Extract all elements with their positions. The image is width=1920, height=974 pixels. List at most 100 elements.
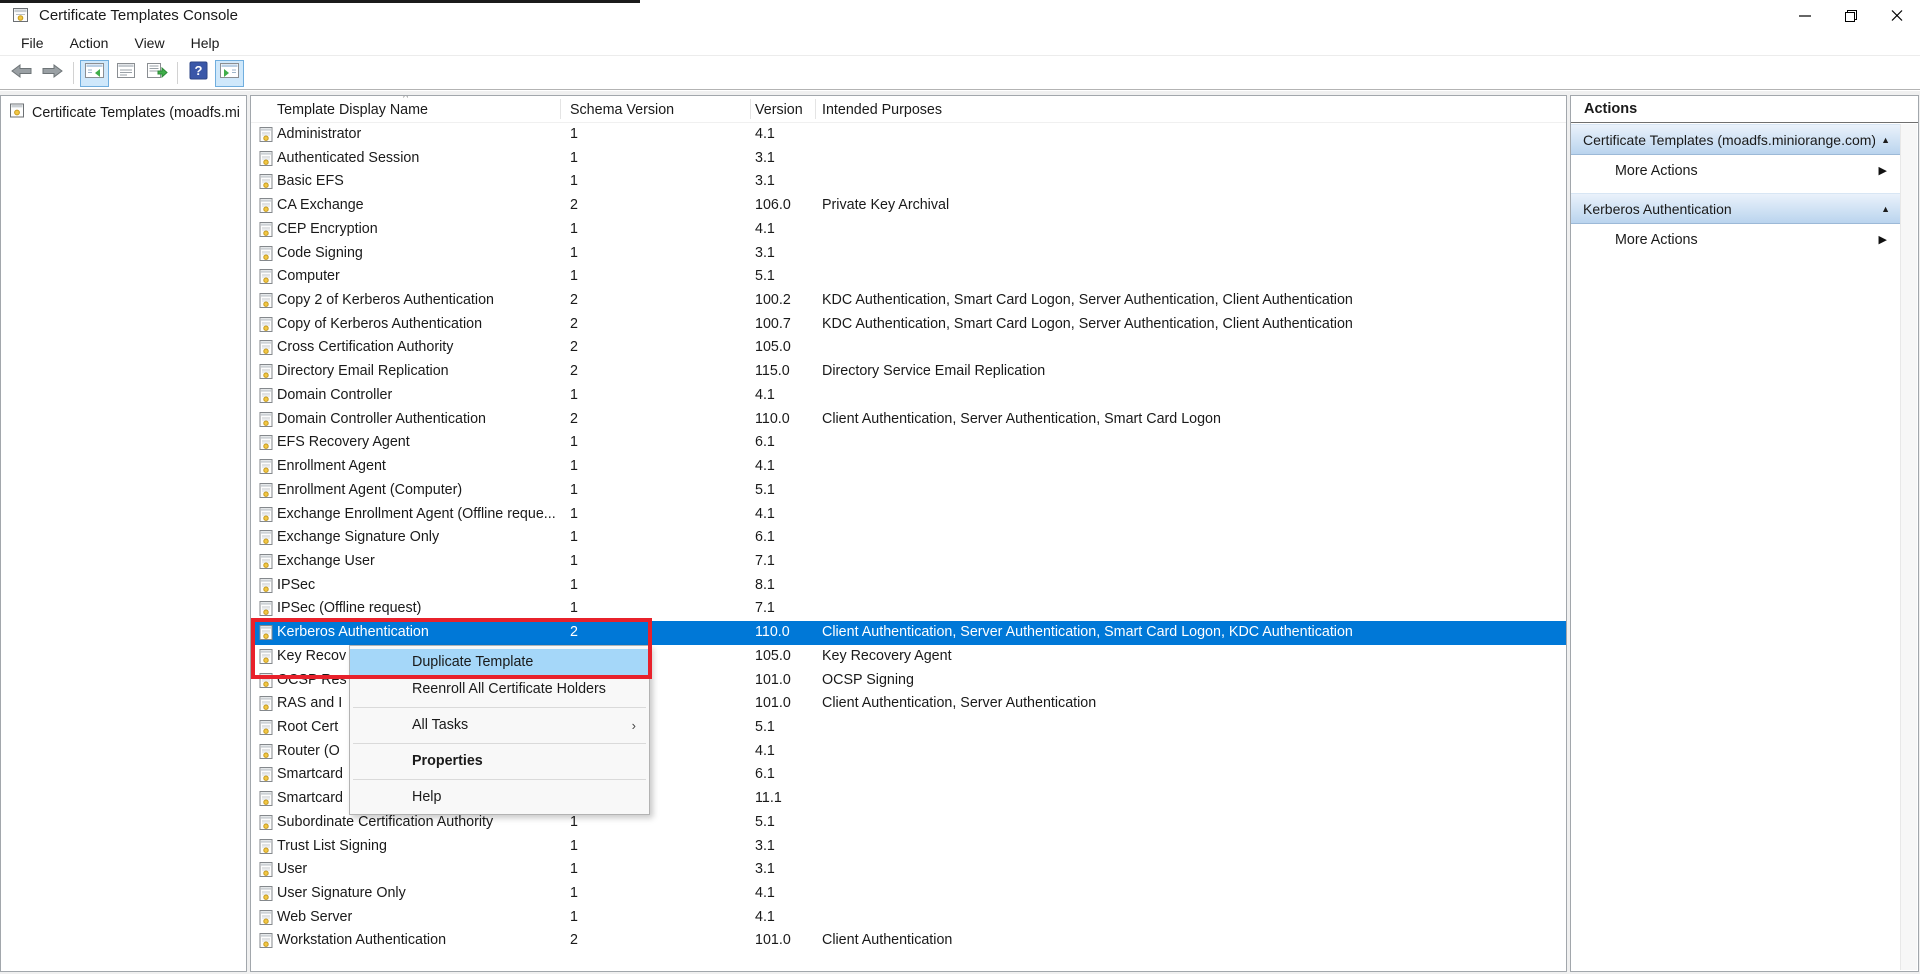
- cell-schema-version: 2: [570, 929, 578, 953]
- column-header-template-display-name[interactable]: Template Display Name: [277, 96, 428, 123]
- table-row[interactable]: CEP Encryption14.1: [251, 218, 1566, 242]
- cell-template-display-name: Domain Controller: [277, 384, 565, 408]
- cell-version: 101.0: [755, 692, 791, 716]
- actions-pane: Actions Certificate Templates (moadfs.mi…: [1570, 95, 1919, 972]
- help-button[interactable]: ?: [184, 60, 213, 87]
- column-header-version[interactable]: Version: [755, 96, 803, 123]
- menu-item-help[interactable]: Help: [350, 784, 649, 811]
- minimize-button[interactable]: [1782, 0, 1828, 30]
- export-list-button[interactable]: [142, 60, 171, 87]
- table-row[interactable]: Domain Controller14.1: [251, 384, 1566, 408]
- show-action-pane-button[interactable]: [215, 60, 244, 87]
- svg-text:?: ?: [195, 63, 203, 78]
- cell-version: 6.1: [755, 526, 775, 550]
- show-console-tree-button[interactable]: [80, 60, 109, 87]
- column-divider[interactable]: [560, 99, 561, 119]
- table-row[interactable]: Enrollment Agent (Computer)15.1: [251, 479, 1566, 503]
- certificate-template-icon: [258, 530, 274, 549]
- menu-action[interactable]: Action: [57, 30, 122, 56]
- table-row[interactable]: Basic EFS13.1: [251, 170, 1566, 194]
- table-row[interactable]: Domain Controller Authentication2110.0Cl…: [251, 408, 1566, 432]
- table-row[interactable]: Authenticated Session13.1: [251, 147, 1566, 171]
- cell-schema-version: 1: [570, 906, 578, 930]
- column-header-intended-purposes[interactable]: Intended Purposes: [822, 96, 942, 123]
- menu-view[interactable]: View: [121, 30, 177, 56]
- certificate-template-icon: [258, 815, 274, 834]
- certificate-template-icon: [258, 744, 274, 763]
- more-actions-button[interactable]: More Actions▶: [1571, 224, 1900, 255]
- certificate-template-icon: [258, 364, 274, 383]
- actions-section-header-kerberos-authentication[interactable]: Kerberos Authentication▲: [1571, 193, 1900, 224]
- table-row[interactable]: Exchange Signature Only16.1: [251, 526, 1566, 550]
- certificate-template-icon: [258, 412, 274, 431]
- menu-help[interactable]: Help: [178, 30, 233, 56]
- actions-pane-title: Actions: [1571, 96, 1918, 123]
- table-row[interactable]: Exchange User17.1: [251, 550, 1566, 574]
- cell-version: 105.0: [755, 645, 791, 669]
- actions-section-header-certificate-templates-moadfs-miniorange-com[interactable]: Certificate Templates (moadfs.miniorange…: [1571, 124, 1900, 155]
- cell-version: 3.1: [755, 858, 775, 882]
- table-row[interactable]: CA Exchange2106.0Private Key Archival: [251, 194, 1566, 218]
- table-row[interactable]: IPSec (Offline request)17.1: [251, 597, 1566, 621]
- table-row[interactable]: IPSec18.1: [251, 574, 1566, 598]
- table-row[interactable]: Code Signing13.1: [251, 242, 1566, 266]
- table-row[interactable]: Trust List Signing13.1: [251, 835, 1566, 859]
- more-actions-button[interactable]: More Actions▶: [1571, 155, 1900, 186]
- title-bar: Certificate Templates Console: [0, 0, 1920, 30]
- cell-version: 5.1: [755, 811, 775, 835]
- table-row[interactable]: Enrollment Agent14.1: [251, 455, 1566, 479]
- cell-version: 7.1: [755, 550, 775, 574]
- cell-version: 3.1: [755, 147, 775, 171]
- menu-item-properties[interactable]: Properties: [350, 748, 649, 775]
- table-row[interactable]: Copy of Kerberos Authentication2100.7KDC…: [251, 313, 1566, 337]
- table-row[interactable]: Exchange Enrollment Agent (Offline reque…: [251, 503, 1566, 527]
- back-button[interactable]: [7, 60, 36, 87]
- certificate-template-icon: [258, 601, 274, 620]
- column-divider[interactable]: [750, 99, 751, 119]
- cell-schema-version: 1: [570, 882, 578, 906]
- table-row[interactable]: User13.1: [251, 858, 1566, 882]
- cell-template-display-name: Copy 2 of Kerberos Authentication: [277, 289, 565, 313]
- cell-intended-purposes: Directory Service Email Replication: [822, 360, 1045, 384]
- certificate-template-icon: [258, 269, 274, 288]
- properties-button[interactable]: [111, 60, 140, 87]
- table-row[interactable]: Web Server14.1: [251, 906, 1566, 930]
- menu-separator: [353, 707, 646, 708]
- table-row[interactable]: Workstation Authentication2101.0Client A…: [251, 929, 1566, 953]
- certificate-template-icon: [258, 767, 274, 786]
- cell-schema-version: 1: [570, 242, 578, 266]
- minimize-icon: [1796, 7, 1814, 24]
- table-row[interactable]: Cross Certification Authority2105.0: [251, 336, 1566, 360]
- cell-schema-version: 1: [570, 265, 578, 289]
- menu-item-duplicate-template[interactable]: Duplicate Template: [350, 649, 649, 676]
- certificate-template-icon: [258, 151, 274, 170]
- table-row[interactable]: Administrator14.1: [251, 123, 1566, 147]
- console-app-icon: [12, 7, 29, 23]
- cell-template-display-name: Enrollment Agent (Computer): [277, 479, 565, 503]
- table-row[interactable]: Directory Email Replication2115.0Directo…: [251, 360, 1566, 384]
- table-row[interactable]: Copy 2 of Kerberos Authentication2100.2K…: [251, 289, 1566, 313]
- certificate-template-icon: [258, 293, 274, 312]
- table-row[interactable]: User Signature Only14.1: [251, 882, 1566, 906]
- column-divider[interactable]: [815, 99, 816, 119]
- menu-item-reenroll-all-certificate-holders[interactable]: Reenroll All Certificate Holders: [350, 676, 649, 703]
- column-header-schema-version[interactable]: Schema Version: [570, 96, 674, 123]
- actions-pane-scrollbar[interactable]: [1900, 124, 1917, 970]
- restore-button[interactable]: [1828, 0, 1874, 30]
- actions-section-title: Certificate Templates (moadfs.miniorange…: [1583, 132, 1875, 148]
- menu-file[interactable]: File: [8, 30, 57, 56]
- table-row[interactable]: Computer15.1: [251, 265, 1566, 289]
- collapse-section-icon[interactable]: ▲: [1881, 204, 1890, 214]
- cell-schema-version: 2: [570, 313, 578, 337]
- table-row[interactable]: Kerberos Authentication2110.0Client Auth…: [251, 621, 1566, 645]
- toolbar-separator: [73, 62, 74, 84]
- table-row[interactable]: EFS Recovery Agent16.1: [251, 431, 1566, 455]
- certificate-template-icon: [258, 578, 274, 597]
- cell-template-display-name: Trust List Signing: [277, 835, 565, 859]
- console-tree-pane: Certificate Templates (moadfs.mi: [0, 95, 247, 972]
- tree-item-certificate-templates[interactable]: Certificate Templates (moadfs.mi: [1, 96, 246, 122]
- menu-item-all-tasks[interactable]: All Tasks›: [350, 712, 649, 739]
- close-button[interactable]: [1874, 0, 1920, 30]
- forward-button[interactable]: [38, 60, 67, 87]
- collapse-section-icon[interactable]: ▲: [1881, 135, 1890, 145]
